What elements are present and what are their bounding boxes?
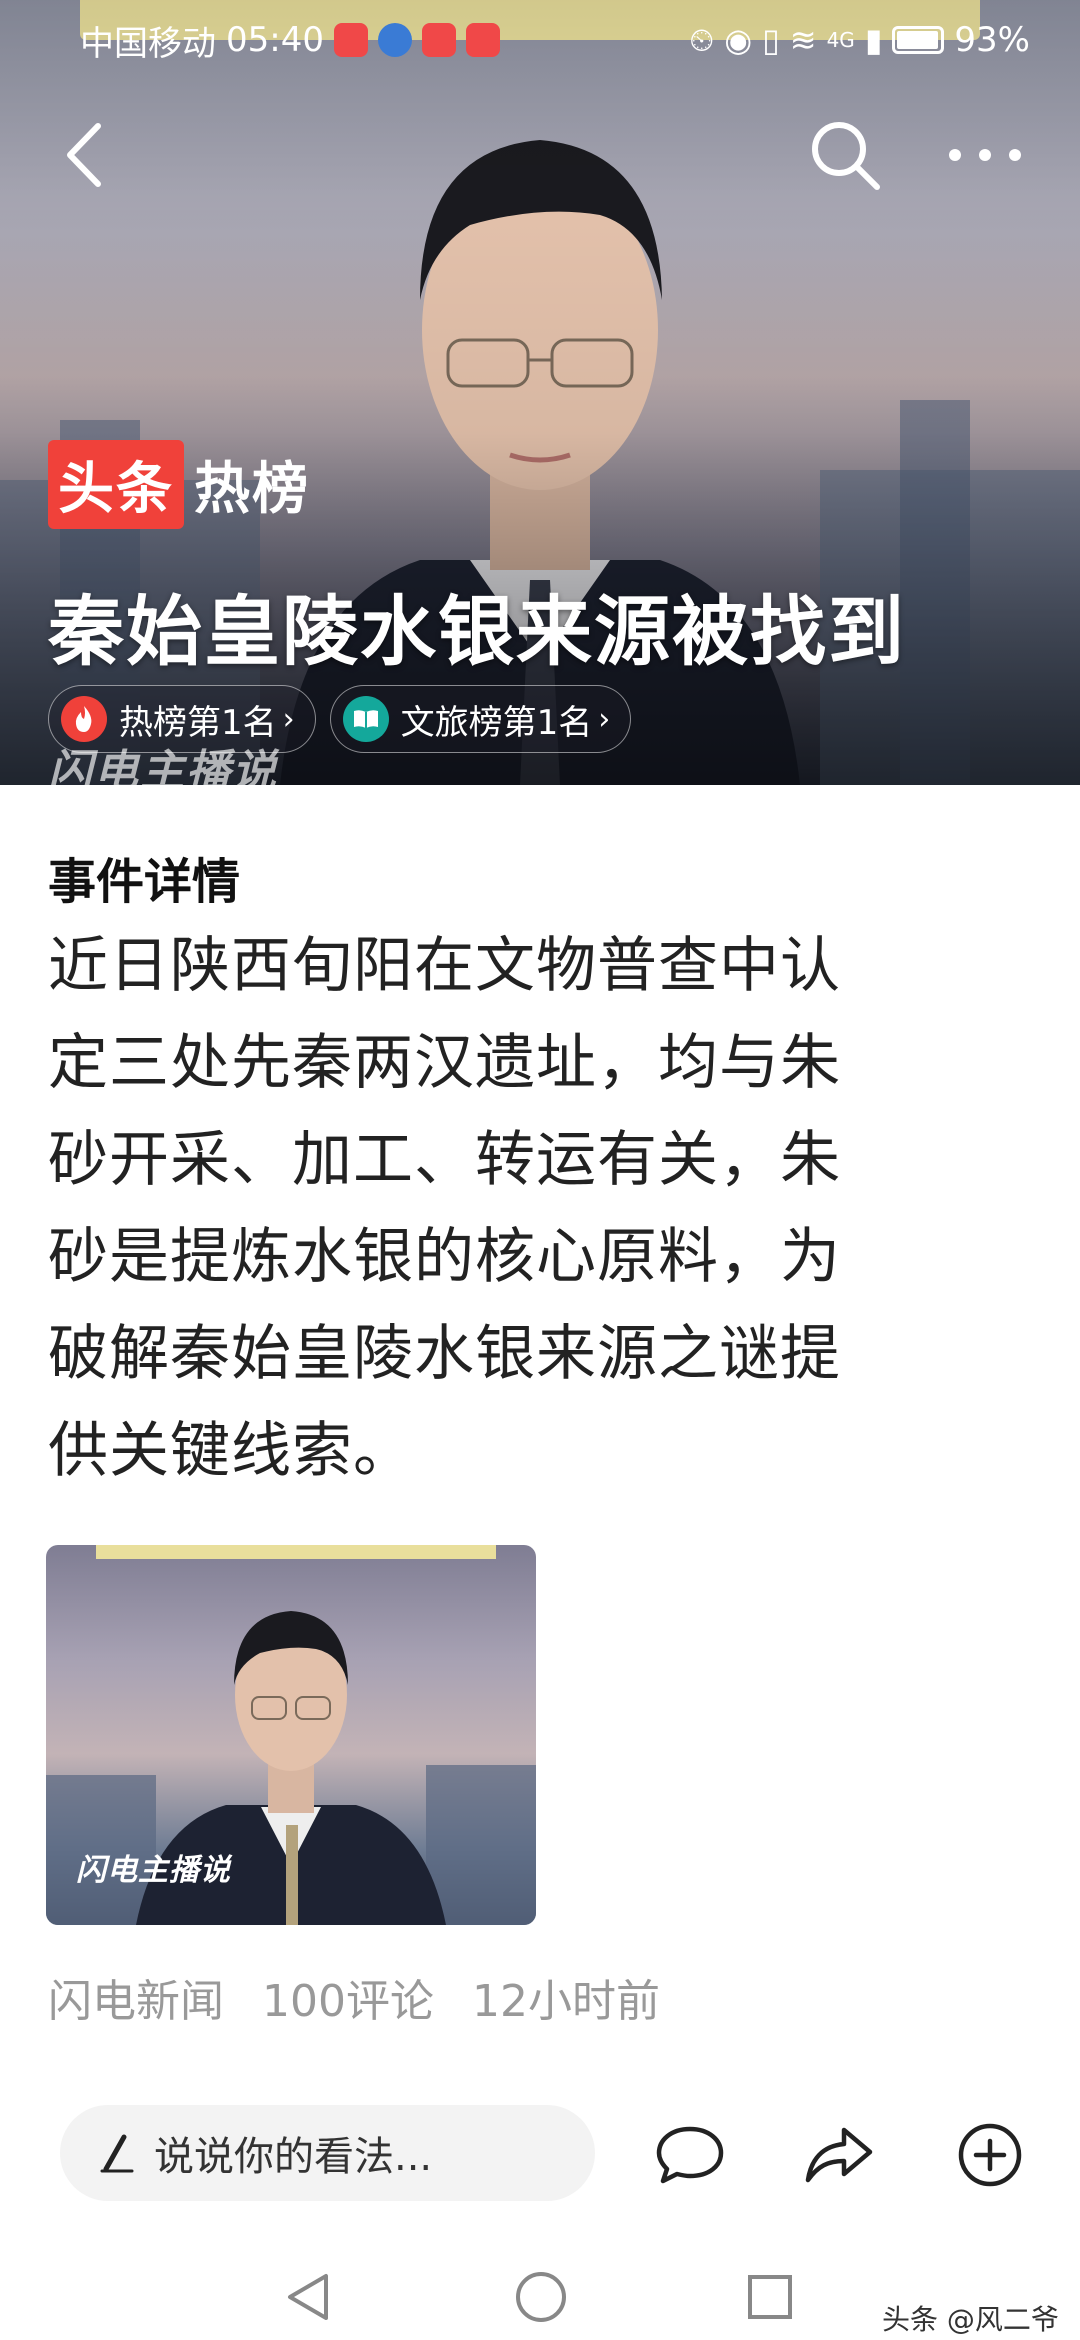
- triangle-back-icon: [288, 2274, 328, 2320]
- status-left: 中国移动 05:40: [80, 16, 500, 65]
- description-line: 砂是提炼水银的核心原料，为: [48, 1222, 841, 1292]
- square-recents-icon: [748, 2275, 792, 2319]
- source-name[interactable]: 闪电新闻: [48, 1965, 224, 2029]
- footer-watermark: 头条 @风二爷: [882, 2303, 1059, 2336]
- brand-text: 热榜: [194, 457, 310, 522]
- system-home-button[interactable]: [506, 2262, 576, 2332]
- add-icon: [958, 2123, 1022, 2187]
- clock: 05:40: [226, 20, 324, 60]
- description-line: 破解秦始皇陵水银来源之谜提: [48, 1319, 841, 1389]
- event-description: 近日陕西旬阳在文物普查中认 定三处先秦两汉遗址，均与朱 砂开采、加工、转运有关，…: [48, 918, 1032, 1500]
- back-button[interactable]: [40, 110, 130, 200]
- add-button[interactable]: [948, 2113, 1032, 2197]
- bottom-action-bar: 说说你的看法...: [0, 2105, 1080, 2205]
- circle-home-icon: [516, 2272, 566, 2322]
- chevron-right-icon: ›: [598, 701, 611, 737]
- thumbnail-watermark: 闪电主播说: [76, 1853, 231, 1888]
- comment-input[interactable]: 说说你的看法...: [60, 2105, 595, 2201]
- speed-icon: ⏲: [689, 20, 715, 59]
- toutiao-hot-list-logo: 头条 热榜: [48, 440, 310, 529]
- description-line: 砂开采、加工、转运有关，朱: [48, 1125, 841, 1195]
- browser-notification-icon: [377, 23, 412, 57]
- pen-icon: [92, 2129, 140, 2177]
- top-navigation: [0, 110, 1080, 200]
- article-meta: 闪电新闻 100评论 12小时前: [48, 1965, 660, 2029]
- more-dots-icon: [949, 149, 1021, 161]
- app-notification-icon: [465, 23, 500, 57]
- status-right: ⏲ ◉ ▯ ≋ 4G ▮ 93%: [689, 20, 1030, 60]
- description-line: 定三处先秦两汉遗址，均与朱: [48, 1028, 841, 1098]
- wifi-icon: ≋: [789, 21, 817, 59]
- app-notification-icon: [333, 23, 368, 57]
- description-line: 供关键线索。: [48, 1416, 414, 1486]
- hero-title: 秦始皇陵水银来源被找到: [48, 587, 906, 676]
- system-recents-button[interactable]: [735, 2262, 805, 2332]
- comment-button[interactable]: [648, 2113, 732, 2197]
- eye-icon: ◉: [724, 21, 753, 59]
- share-button[interactable]: [797, 2113, 881, 2197]
- comment-placeholder: 说说你的看法...: [154, 2134, 433, 2180]
- culture-rank-chip[interactable]: 文旅榜第1名 ›: [329, 685, 632, 753]
- section-title: 事件详情: [48, 854, 241, 910]
- network-type: 4G: [826, 28, 855, 52]
- comment-icon: [656, 2126, 724, 2184]
- culture-rank-label: 文旅榜第1名: [400, 702, 593, 743]
- more-button[interactable]: [940, 110, 1030, 200]
- battery-fill: [897, 31, 939, 49]
- vibrate-icon: ▯: [762, 21, 780, 59]
- broadcast-watermark: 闪电主播说: [48, 746, 278, 785]
- app-notification-icon: [421, 23, 456, 57]
- search-button[interactable]: [800, 110, 890, 200]
- carrier-label: 中国移动: [80, 23, 216, 64]
- publish-time: 12小时前: [471, 1976, 660, 2027]
- brand-box: 头条: [48, 440, 184, 529]
- hero-banner[interactable]: 中国移动 05:40 ⏲ ◉ ▯ ≋ 4G ▮ 93% 头条 热榜 秦始皇陵水银…: [0, 0, 1080, 785]
- status-bar: 中国移动 05:40 ⏲ ◉ ▯ ≋ 4G ▮ 93%: [0, 0, 1080, 80]
- battery-percent: 93%: [954, 20, 1030, 60]
- system-back-button[interactable]: [272, 2262, 342, 2332]
- chevron-right-icon: ›: [282, 701, 295, 737]
- book-icon: [342, 696, 389, 742]
- battery-icon: [892, 26, 945, 54]
- share-icon: [805, 2127, 873, 2183]
- news-thumbnail[interactable]: 闪电主播说: [46, 1545, 536, 1925]
- chevron-left-icon: [67, 123, 101, 187]
- search-icon: [812, 122, 880, 190]
- signal-icon: ▮: [864, 21, 883, 59]
- description-line: 近日陕西旬阳在文物普查中认: [48, 931, 841, 1001]
- comment-count[interactable]: 100评论: [262, 1965, 434, 2029]
